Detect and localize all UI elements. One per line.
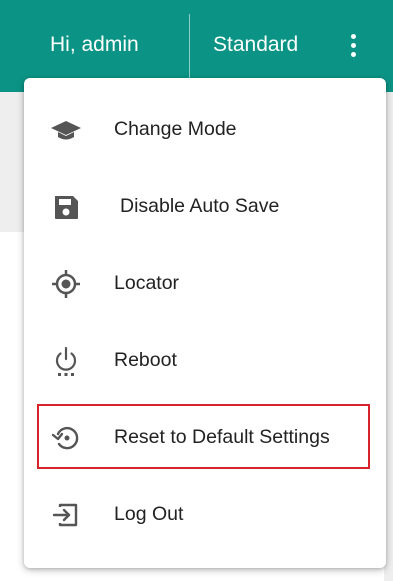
more-vert-icon[interactable]	[342, 30, 366, 62]
menu-item-disable-auto-save[interactable]: Disable Auto Save	[24, 169, 386, 245]
menu-item-label: Log Out	[114, 503, 184, 525]
menu-item-label: Reset to Default Settings	[114, 426, 330, 448]
power-icon	[50, 345, 82, 377]
page: Hi, admin Standard Change Mode Disable A…	[0, 0, 393, 581]
menu-item-label: Disable Auto Save	[120, 195, 280, 217]
mode-indicator[interactable]: Standard	[213, 31, 298, 59]
menu-item-reboot[interactable]: Reboot	[24, 323, 386, 399]
menu-item-locator[interactable]: Locator	[24, 246, 386, 322]
crosshair-icon	[50, 268, 82, 300]
menu-item-reset-to-default-settings[interactable]: Reset to Default Settings	[24, 400, 386, 476]
floppy-disk-icon	[50, 191, 82, 223]
menu-item-log-out[interactable]: Log Out	[24, 477, 386, 553]
menu-item-label: Change Mode	[114, 118, 237, 140]
logout-icon	[50, 499, 82, 531]
user-greeting[interactable]: Hi, admin	[50, 31, 139, 59]
restore-icon	[50, 422, 82, 454]
menu-item-label: Locator	[114, 272, 180, 294]
graduation-cap-icon	[50, 114, 82, 146]
menu-item-change-mode[interactable]: Change Mode	[24, 92, 386, 168]
header-divider	[189, 14, 190, 78]
menu-item-label: Reboot	[114, 349, 177, 371]
dropdown-menu: Change Mode Disable Auto Save Locator Re…	[24, 78, 386, 568]
backdrop-panel	[0, 92, 26, 232]
